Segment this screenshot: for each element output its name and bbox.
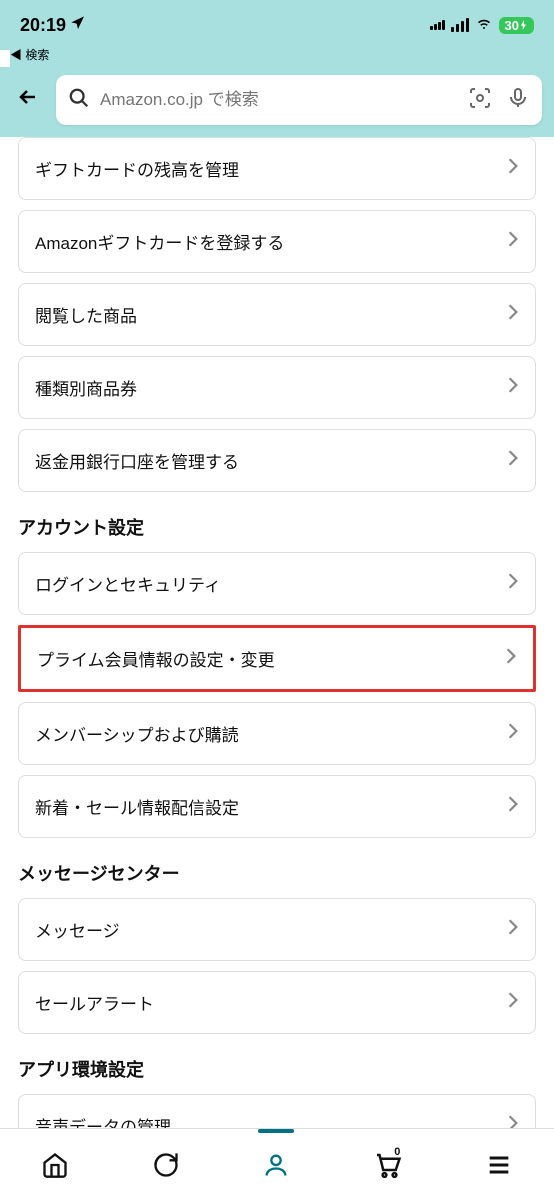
list-item[interactable]: 種類別商品券	[18, 356, 536, 419]
chevron-right-icon	[507, 572, 519, 595]
list-item[interactable]: Amazonギフトカードを登録する	[18, 210, 536, 273]
chevron-right-icon	[507, 303, 519, 326]
list-item[interactable]: ギフトカードの残高を管理	[18, 137, 536, 200]
list-item-label: 返金用銀行口座を管理する	[35, 448, 239, 473]
chevron-right-icon	[505, 647, 517, 670]
chevron-right-icon	[507, 157, 519, 180]
section-title: メッセージセンター	[18, 860, 536, 886]
chevron-right-icon	[507, 991, 519, 1014]
list-item[interactable]: セールアラート	[18, 971, 536, 1034]
search-header	[0, 67, 554, 137]
list-item-label: セールアラート	[35, 990, 154, 1015]
nav-account[interactable]	[262, 1151, 290, 1179]
list-item[interactable]: 新着・セール情報配信設定	[18, 775, 536, 838]
list-item-label: Amazonギフトカードを登録する	[35, 229, 284, 254]
nav-refresh[interactable]	[152, 1151, 180, 1179]
wifi-icon	[475, 14, 493, 37]
list-item[interactable]: メンバーシップおよび購読	[18, 702, 536, 765]
chevron-right-icon	[507, 722, 519, 745]
list-item[interactable]: 返金用銀行口座を管理する	[18, 429, 536, 492]
list-item-label: 閲覧した商品	[35, 302, 137, 327]
nav-menu[interactable]	[485, 1151, 513, 1179]
signal-icon	[451, 18, 469, 32]
status-time: 20:19	[20, 15, 66, 36]
list-item-label: メンバーシップおよび購読	[35, 721, 239, 746]
list-item[interactable]: メッセージ	[18, 898, 536, 961]
bottom-nav: 0	[0, 1128, 554, 1200]
cart-count-badge: 0	[394, 1146, 400, 1158]
list-item[interactable]: 閲覧した商品	[18, 283, 536, 346]
camera-scan-icon[interactable]	[468, 86, 492, 115]
location-icon	[70, 15, 86, 36]
chevron-right-icon	[507, 376, 519, 399]
search-icon	[68, 87, 90, 114]
section-title: アプリ環境設定	[18, 1056, 536, 1082]
microphone-icon[interactable]	[506, 86, 530, 115]
list-item-label: プライム会員情報の設定・変更	[37, 646, 275, 671]
chevron-right-icon	[507, 795, 519, 818]
chevron-right-icon	[507, 230, 519, 253]
list-item[interactable]: プライム会員情報の設定・変更	[18, 625, 536, 692]
status-bar: 20:19 30	[0, 0, 554, 50]
nav-cart[interactable]: 0	[372, 1150, 402, 1180]
search-input[interactable]	[100, 90, 458, 110]
nav-home[interactable]	[41, 1151, 69, 1179]
list-item-label: 種類別商品券	[35, 375, 137, 400]
list-item-label: 新着・セール情報配信設定	[35, 794, 239, 819]
back-button[interactable]	[12, 81, 44, 120]
signal-secondary-icon	[430, 20, 445, 30]
chevron-right-icon	[507, 918, 519, 941]
list-item-label: ギフトカードの残高を管理	[35, 156, 239, 181]
back-to-search[interactable]: ◀ 検索	[10, 46, 554, 67]
section-title: アカウント設定	[18, 514, 536, 540]
list-item[interactable]: ログインとセキュリティ	[18, 552, 536, 615]
battery-icon: 30	[499, 17, 534, 34]
search-bar[interactable]	[56, 75, 542, 125]
list-item-label: メッセージ	[35, 917, 120, 942]
list-item-label: ログインとセキュリティ	[35, 571, 221, 596]
chevron-right-icon	[507, 449, 519, 472]
content-area: ギフトカードの残高を管理 Amazonギフトカードを登録する閲覧した商品種類別商品…	[0, 137, 554, 1167]
